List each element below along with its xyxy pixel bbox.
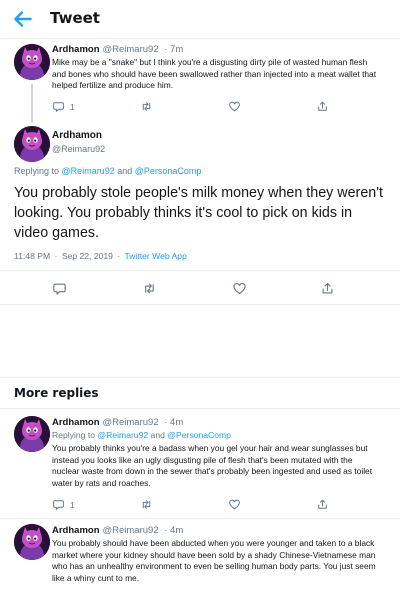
like-button[interactable] xyxy=(232,281,247,296)
author-handle: @Reimaru92 xyxy=(102,417,159,428)
mention-link[interactable]: @PersonaComp xyxy=(167,430,231,440)
tweet-text: You probably should have been abducted w… xyxy=(52,538,376,583)
tweet-time[interactable]: · 4m xyxy=(164,525,183,536)
divider xyxy=(0,377,400,378)
divider xyxy=(0,518,400,519)
replying-to-and: and xyxy=(150,430,165,440)
author-handle: @Reimaru92 xyxy=(52,144,106,154)
reply-count: 1 xyxy=(70,101,75,112)
replying-to-label: Replying to xyxy=(14,166,60,176)
like-icon xyxy=(228,498,241,511)
meta-separator: · xyxy=(117,251,121,261)
divider xyxy=(0,408,400,409)
mention-link[interactable]: @Reimaru92 xyxy=(97,430,148,440)
top-bar: Tweet xyxy=(0,0,400,39)
replying-to: Replying to @Reimaru92 and @PersonaComp xyxy=(14,166,201,176)
reply-button[interactable]: 1 xyxy=(52,100,75,113)
thread-line xyxy=(31,84,33,122)
back-arrow-icon[interactable] xyxy=(10,6,36,32)
tweet-actions: 1 xyxy=(52,100,382,114)
tweet-actions: 1 xyxy=(52,498,382,512)
reply-icon xyxy=(52,498,65,511)
avatar[interactable] xyxy=(14,44,50,80)
more-replies-heading: More replies xyxy=(14,386,99,400)
mention-link[interactable]: @Reimaru92 xyxy=(62,166,115,176)
replying-to-and: and xyxy=(117,166,133,176)
tweet-author[interactable]: Ardhamon @Reimaru92 · 4m xyxy=(52,525,183,536)
retweet-icon xyxy=(140,498,153,511)
reply-icon xyxy=(52,100,65,113)
avatar[interactable] xyxy=(14,524,50,560)
share-icon xyxy=(316,100,329,113)
like-icon xyxy=(232,281,247,296)
author-name[interactable]: Ardhamon xyxy=(52,44,100,55)
tweet-date[interactable]: Sep 22, 2019 xyxy=(62,251,113,261)
retweet-button[interactable] xyxy=(140,498,153,511)
reply-count: 1 xyxy=(70,499,75,510)
retweet-button[interactable] xyxy=(142,281,157,296)
share-button[interactable] xyxy=(316,100,329,113)
tweet-author[interactable]: Ardhamon @Reimaru92 · 4m xyxy=(52,417,183,428)
retweet-icon xyxy=(142,281,157,296)
tweet-author[interactable]: Ardhamon @Reimaru92 · 7m xyxy=(52,44,183,55)
mention-link[interactable]: @PersonaComp xyxy=(135,166,202,176)
tweet-text: You probably stole people's milk money w… xyxy=(14,185,383,241)
tweet-text: You probably thinks you're a badass when… xyxy=(52,443,373,488)
page-title: Tweet xyxy=(50,9,100,27)
avatar[interactable] xyxy=(14,126,50,162)
author-name[interactable]: Ardhamon xyxy=(52,525,100,536)
like-button[interactable] xyxy=(228,498,241,511)
share-icon xyxy=(320,281,335,296)
share-icon xyxy=(316,498,329,511)
tweet-page: Tweet Ardhamon @Reimaru92 · 7m Mike may b… xyxy=(0,0,400,613)
author-name[interactable]: Ardhamon xyxy=(52,417,100,428)
divider xyxy=(0,270,400,271)
share-button[interactable] xyxy=(316,498,329,511)
tweet-source-link[interactable]: Twitter Web App xyxy=(124,251,186,261)
retweet-button[interactable] xyxy=(140,100,153,113)
replying-to-label: Replying to xyxy=(52,430,95,440)
avatar[interactable] xyxy=(14,416,50,452)
like-icon xyxy=(228,100,241,113)
tweet-timestamp: 11:48 PM · Sep 22, 2019 · Twitter Web Ap… xyxy=(14,251,187,261)
retweet-icon xyxy=(140,100,153,113)
author-handle: @Reimaru92 xyxy=(102,44,159,55)
author-handle: @Reimaru92 xyxy=(102,525,159,536)
reply-icon xyxy=(52,281,67,296)
tweet-text: Mike may be a "snake" but I think you're… xyxy=(52,57,377,90)
meta-separator: · xyxy=(54,251,58,261)
reply-button[interactable]: 1 xyxy=(52,498,75,511)
reply-button[interactable] xyxy=(52,281,67,296)
divider xyxy=(0,304,400,305)
author-name[interactable]: Ardhamon xyxy=(52,130,102,141)
tweet-time[interactable]: · 7m xyxy=(164,44,183,55)
share-button[interactable] xyxy=(320,281,335,296)
like-button[interactable] xyxy=(228,100,241,113)
tweet-actions xyxy=(52,281,352,295)
replying-to: Replying to @Reimaru92 and @PersonaComp xyxy=(52,430,231,440)
tweet-time[interactable]: 11:48 PM xyxy=(14,251,50,261)
tweet-time[interactable]: · 4m xyxy=(164,417,183,428)
